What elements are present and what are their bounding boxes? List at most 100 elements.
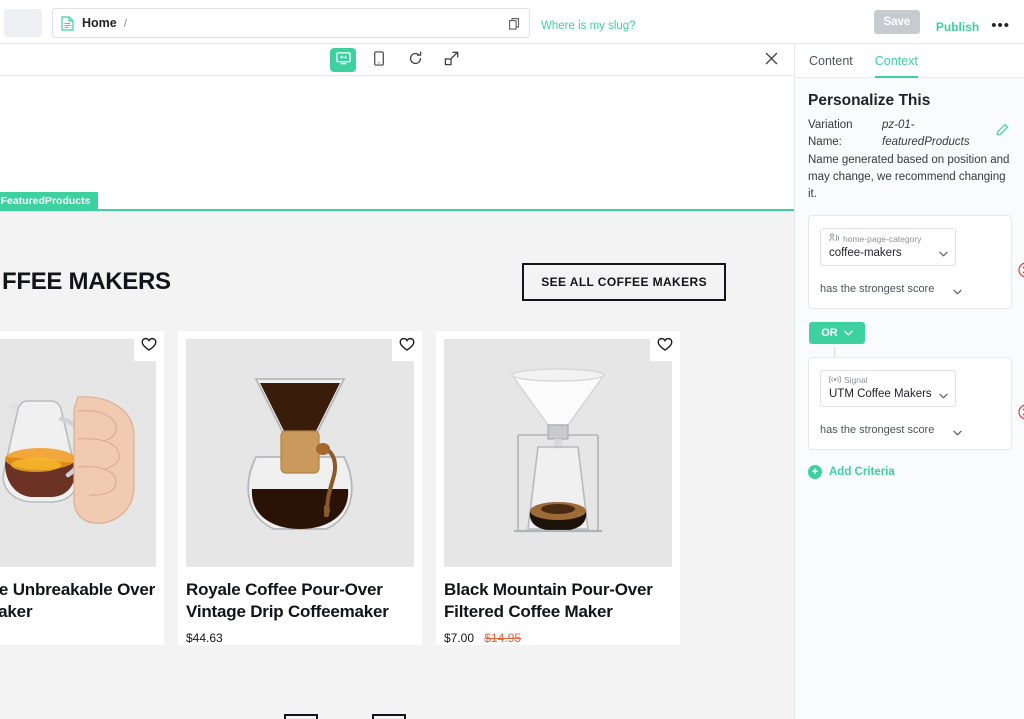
heart-icon — [657, 337, 673, 355]
document-icon — [61, 15, 74, 31]
product-price-original: $14.95 — [484, 631, 522, 646]
product-price: $44.63 — [186, 631, 414, 645]
variation-value: pz-01- — [882, 119, 915, 131]
variation-label: Variation — [808, 119, 853, 131]
expand-button[interactable] — [438, 48, 464, 72]
chevron-down-icon — [939, 244, 948, 257]
product-name: Black Mountain Pour-Over Filtered Coffee… — [444, 580, 653, 622]
criteria-condition-select[interactable]: has the strongest score — [820, 282, 962, 295]
heart-icon — [399, 337, 415, 355]
add-criteria-button[interactable]: + Add Criteria — [808, 465, 1011, 480]
variation-note: Name generated based on position and may… — [808, 154, 1010, 200]
more-options-button[interactable]: ••• — [991, 18, 1010, 33]
panel-title: Personalize This — [808, 92, 931, 109]
product-price-current: $44.63 — [186, 631, 223, 646]
top-bar: Attached To Home / — [0, 0, 1024, 44]
variation-row: Variation pz-01- — [808, 117, 1011, 134]
product-card[interactable]: nic Coffee Unbreakable Over Coffee Maker — [0, 331, 164, 646]
section-header: FFEE MAKERS SEE ALL COFFEE MAKERS — [2, 263, 726, 301]
mobile-view-button[interactable] — [366, 48, 392, 72]
criteria-kind: home-page-category — [829, 233, 933, 244]
product-image — [0, 339, 156, 567]
product-list: nic Coffee Unbreakable Over Coffee Maker — [0, 331, 730, 646]
criteria-value: UTM Coffee Makers — [829, 388, 932, 401]
product-image — [186, 339, 414, 567]
operator-or-button[interactable]: OR — [809, 321, 865, 344]
chevron-down-icon — [939, 386, 948, 399]
desktop-icon — [335, 51, 351, 68]
criteria-condition-label: has the strongest score — [820, 282, 935, 295]
context-sidebar: Content Context Personalize This Variati… — [794, 44, 1024, 719]
variation-info: Variation pz-01- Name: featuredProducts — [808, 117, 1011, 150]
see-all-coffee-makers-button[interactable]: SEE ALL COFFEE MAKERS — [522, 263, 726, 301]
component-badge-label: FeaturedProducts — [0, 194, 91, 207]
criteria-card: home-page-category coffee-makers has the… — [808, 215, 1024, 309]
plus-circle-icon: + — [808, 465, 822, 480]
product-name: nic Coffee Unbreakable Over Coffee Maker — [0, 580, 156, 622]
product-pagination: 1 / 3 — [0, 714, 728, 719]
add-criteria-label: Add Criteria — [829, 466, 895, 479]
name-value: featuredProducts — [882, 135, 970, 148]
favorite-button[interactable] — [392, 331, 422, 361]
sidebar-body: Personalize This Variation pz-01- Name: … — [795, 78, 1024, 480]
white-funnel-pour-over-dripper-image — [444, 339, 672, 567]
close-preview-button[interactable] — [762, 51, 780, 69]
desktop-view-button[interactable] — [330, 47, 356, 72]
selected-component-frame: FFEE MAKERS SEE ALL COFFEE MAKERS e Unbr… — [0, 209, 794, 719]
criteria-kind-label: home-page-category — [843, 233, 922, 244]
pagination-next-button[interactable] — [372, 714, 407, 719]
criteria-value: coffee-makers — [829, 246, 902, 259]
favorite-button[interactable] — [134, 331, 164, 361]
tab-context[interactable]: Context — [874, 44, 918, 78]
sidebar-tabs: Content Context — [795, 44, 1024, 78]
criteria-attribute-select[interactable]: home-page-category coffee-makers — [820, 228, 956, 266]
close-icon — [765, 52, 778, 68]
product-image — [444, 339, 672, 567]
copy-icon[interactable] — [509, 17, 520, 30]
remove-criteria-button[interactable] — [1018, 262, 1024, 278]
mobile-icon — [374, 50, 384, 69]
criteria-card: Signal UTM Coffee Makers has the stronge… — [808, 356, 1024, 451]
device-toggle-group — [330, 47, 464, 72]
attached-to-field[interactable]: Home / — [52, 8, 530, 38]
page-top-whitespace — [0, 76, 794, 136]
operator-label: OR — [821, 326, 838, 339]
attached-page-slug: / — [123, 16, 128, 30]
chevron-down-icon — [843, 327, 853, 339]
product-price-current: $7.00 — [444, 631, 475, 646]
selected-component-badge[interactable]: ERS FeaturedProducts — [0, 192, 99, 209]
name-row: Name: featuredProducts — [808, 134, 1011, 151]
name-label: Name: — [808, 135, 842, 148]
expand-icon — [444, 51, 459, 69]
pencil-icon[interactable] — [996, 123, 1009, 136]
pagination-prev-button[interactable] — [283, 714, 318, 719]
criteria-kind-label: Signal — [844, 375, 868, 386]
attached-to-group: Attached To Home / — [52, 8, 530, 38]
criteria-kind: Signal — [828, 375, 933, 386]
chemex-wood-collar-drip-brewer-image — [186, 339, 414, 567]
section-title: FFEE MAKERS — [2, 268, 171, 295]
product-name: Royale Coffee Pour-Over Vintage Drip Cof… — [186, 580, 389, 622]
preview-toolbar — [0, 44, 794, 76]
publish-button[interactable]: Publish — [936, 20, 979, 34]
preview-canvas: ERS FeaturedProducts FFEE MAKERS SEE ALL… — [0, 76, 794, 719]
criteria-condition-select[interactable]: has the strongest score — [820, 424, 962, 437]
chevron-down-icon — [953, 427, 962, 436]
save-button[interactable]: Save — [873, 10, 920, 34]
where-is-my-slug-link[interactable]: Where is my slug? — [541, 20, 636, 32]
remove-criteria-button[interactable] — [1018, 404, 1024, 420]
product-card[interactable]: Royale Coffee Pour-Over Vintage Drip Cof… — [178, 331, 422, 646]
chevron-down-icon — [953, 286, 962, 295]
criteria-condition-label: has the strongest score — [820, 424, 935, 437]
refresh-icon — [408, 50, 423, 69]
tab-content[interactable]: Content — [809, 44, 853, 78]
favorite-button[interactable] — [650, 331, 680, 361]
refresh-button[interactable] — [402, 48, 428, 72]
criteria-attribute-select[interactable]: Signal UTM Coffee Makers — [820, 369, 956, 408]
app-root: Attached To Home / — [0, 0, 1024, 719]
signal-icon — [828, 375, 842, 386]
product-card[interactable]: Black Mountain Pour-Over Filtered Coffee… — [436, 331, 680, 646]
topbar-left-placeholder — [4, 9, 42, 37]
heart-icon — [141, 337, 157, 355]
attached-page-name: Home — [82, 16, 117, 30]
